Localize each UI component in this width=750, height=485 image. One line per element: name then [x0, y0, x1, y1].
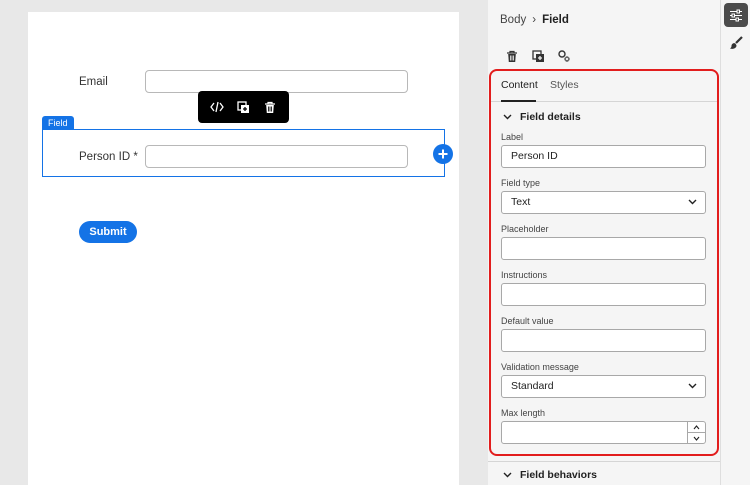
field-details-title: Field details: [520, 111, 581, 123]
delete-icon[interactable]: [504, 48, 520, 64]
field-properties-section: Content Styles Field details Label Perso…: [489, 69, 719, 456]
email-input[interactable]: [145, 70, 408, 93]
label-input[interactable]: Person ID: [501, 145, 706, 168]
trash-icon[interactable]: [259, 96, 281, 118]
sliders-icon: [730, 9, 742, 21]
chevron-down-icon: [688, 199, 697, 205]
validation-message-label: Validation message: [501, 362, 579, 372]
person-id-label: Person ID *: [79, 151, 138, 163]
copy-icon[interactable]: [530, 48, 546, 64]
instructions-label: Instructions: [501, 270, 548, 280]
submit-button[interactable]: Submit: [79, 221, 137, 243]
max-length-input[interactable]: [501, 421, 706, 444]
validation-message-value: Standard: [511, 380, 554, 392]
chevron-down-icon: [693, 436, 700, 441]
instructions-input[interactable]: [501, 283, 706, 306]
breadcrumb-separator: ›: [532, 14, 537, 26]
tab-styles[interactable]: Styles: [550, 79, 579, 91]
field-details-header[interactable]: Field details: [503, 111, 581, 123]
selection-tag: Field: [42, 116, 74, 130]
chevron-down-icon: [503, 114, 512, 120]
code-icon[interactable]: [206, 96, 228, 118]
required-marker: *: [133, 151, 138, 163]
placeholder-input[interactable]: [501, 237, 706, 260]
section-divider: [488, 461, 720, 462]
increment-button[interactable]: [688, 422, 705, 432]
breadcrumb: Body › Field: [500, 14, 569, 26]
default-value-input[interactable]: [501, 329, 706, 352]
plus-icon: [438, 149, 448, 159]
field-behaviors-header[interactable]: Field behaviors: [503, 469, 597, 481]
paintbrush-icon: [730, 36, 743, 49]
breadcrumb-current: Field: [542, 14, 569, 26]
add-element-button[interactable]: [433, 144, 453, 164]
default-value-label: Default value: [501, 316, 554, 326]
field-behaviors-title: Field behaviors: [520, 469, 598, 481]
panel-tabs: Content Styles: [491, 71, 717, 102]
validation-message-select[interactable]: Standard: [501, 375, 706, 398]
placeholder-label: Placeholder: [501, 224, 549, 234]
chevron-down-icon: [688, 383, 697, 389]
decrement-button[interactable]: [688, 432, 705, 443]
max-length-label: Max length: [501, 408, 546, 418]
person-id-input[interactable]: [145, 145, 408, 168]
email-label: Email: [79, 76, 108, 88]
chevron-up-icon: [693, 424, 700, 429]
field-type-select[interactable]: Text: [501, 191, 706, 214]
field-type-value: Text: [511, 196, 531, 208]
tab-content[interactable]: Content: [501, 79, 538, 91]
max-length-stepper: [687, 422, 705, 443]
field-floating-toolbar: [198, 91, 289, 123]
styles-rail-button[interactable]: [724, 31, 748, 55]
field-type-label: Field type: [501, 178, 541, 188]
right-rail: [720, 0, 750, 485]
active-tab-indicator: [501, 100, 536, 102]
panel-actions: [504, 48, 572, 64]
properties-rail-button[interactable]: [724, 3, 748, 27]
person-id-label-text: Person ID: [79, 151, 131, 163]
label-field-label: Label: [501, 132, 524, 142]
unlink-icon[interactable]: [556, 48, 572, 64]
breadcrumb-parent[interactable]: Body: [500, 14, 526, 26]
duplicate-icon[interactable]: [232, 96, 254, 118]
chevron-down-icon: [503, 472, 512, 478]
